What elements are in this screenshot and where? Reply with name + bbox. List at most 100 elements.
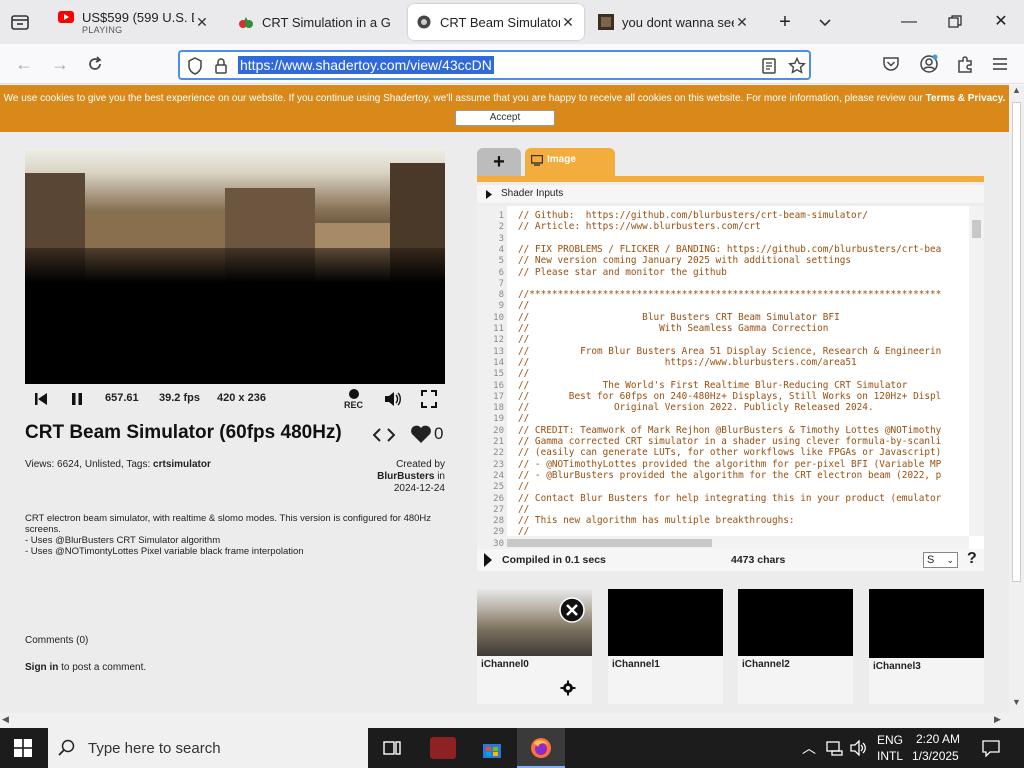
code-line[interactable]: // CREDIT: Teamwork of Mark Rejhon @Blur…	[518, 425, 941, 436]
code-line[interactable]: //	[518, 504, 529, 515]
code-line[interactable]: // - @NOTimothyLottes provided the algor…	[518, 459, 941, 470]
taskbar-search-box[interactable]: Type here to search	[48, 728, 368, 768]
code-line[interactable]: //	[518, 300, 529, 311]
code-horizontal-scrollbar[interactable]	[507, 536, 969, 549]
record-icon[interactable]	[349, 389, 359, 399]
list-all-tabs-icon[interactable]	[8, 10, 32, 34]
code-line[interactable]: //	[518, 413, 529, 424]
tab-crt-simulation[interactable]: CRT Simulation in a GPU	[230, 4, 398, 40]
code-line[interactable]: // Best for 60fps on 240-480Hz+ Displays…	[518, 391, 941, 402]
task-view-icon[interactable]	[382, 738, 402, 758]
code-line[interactable]: // Gamma corrected CRT simulator in a sh…	[518, 436, 941, 447]
close-window-icon[interactable]: ✕	[986, 8, 1016, 36]
windows-start-icon[interactable]	[14, 739, 32, 757]
tag-link[interactable]: crtsimulator	[153, 459, 211, 470]
shader-canvas[interactable]	[25, 148, 445, 384]
remove-channel-icon[interactable]	[559, 597, 585, 623]
input-language[interactable]: ENG	[877, 733, 903, 747]
scroll-left-icon[interactable]: ◀	[2, 714, 9, 725]
code-line[interactable]: // The World's First Realtime Blur-Reduc…	[518, 380, 907, 391]
code-line[interactable]: //	[518, 481, 529, 492]
scroll-right-icon[interactable]: ▶	[994, 714, 1001, 725]
menu-hamburger-icon[interactable]	[991, 56, 1009, 72]
embed-code-icon[interactable]	[373, 427, 395, 443]
channel-1-thumbnail[interactable]	[608, 589, 723, 656]
rewind-icon[interactable]	[33, 391, 49, 407]
lock-icon[interactable]	[212, 57, 230, 75]
code-line[interactable]: // Blur Busters CRT Beam Simulator BFI	[518, 312, 840, 323]
code-line[interactable]: // - @BlurBusters provided the algorithm…	[518, 470, 941, 481]
close-tab-icon[interactable]: ✕	[560, 14, 576, 30]
forward-arrow-icon[interactable]: →	[48, 52, 72, 76]
reload-icon[interactable]	[86, 55, 104, 73]
code-vertical-scrollbar[interactable]	[969, 206, 984, 536]
terms-privacy-link[interactable]: Terms & Privacy.	[926, 93, 1006, 104]
accept-cookies-button[interactable]: Accept	[455, 110, 555, 126]
new-tab-icon[interactable]: +	[770, 8, 800, 36]
channel-1[interactable]: iChannel1	[608, 589, 723, 704]
page-vertical-scrollbar[interactable]: ▲ ▼	[1009, 85, 1024, 713]
code-line[interactable]: //	[518, 334, 529, 345]
close-tab-icon[interactable]: ✕	[734, 14, 750, 30]
scroll-up-icon[interactable]: ▲	[1012, 85, 1021, 95]
code-line[interactable]: //	[518, 368, 529, 379]
code-line[interactable]: // (easily can generate LUTs, for other …	[518, 447, 941, 458]
author-link[interactable]: BlurBusters	[377, 471, 434, 482]
pause-icon[interactable]	[69, 391, 85, 407]
add-pass-button[interactable]: +	[477, 148, 521, 176]
channel-0[interactable]: iChannel0	[477, 589, 592, 704]
fullscreen-icon[interactable]	[421, 390, 437, 408]
channel-3[interactable]: iChannel3	[869, 589, 984, 704]
extensions-puzzle-icon[interactable]	[955, 54, 975, 74]
code-line[interactable]: // This new algorithm has multiple break…	[518, 515, 795, 526]
chevron-down-icon[interactable]	[817, 14, 833, 30]
tab-youtube[interactable]: US$599 (599 U.S. Dollar PLAYING ✕	[50, 4, 218, 40]
reader-view-icon[interactable]	[760, 57, 778, 75]
notifications-icon[interactable]	[982, 739, 1000, 757]
code-line[interactable]: // From Blur Busters Area 51 Display Sci…	[518, 346, 941, 357]
shader-inputs-toggle[interactable]: Shader Inputs	[477, 185, 984, 203]
firefox-taskbar-button[interactable]	[517, 728, 565, 768]
record-label[interactable]: REC	[344, 400, 363, 410]
pocket-icon[interactable]	[882, 55, 900, 73]
input-language-layout[interactable]: INTL	[877, 749, 903, 763]
code-line[interactable]: // Github: https://github.com/blurbuster…	[518, 210, 868, 221]
code-line[interactable]: // FIX PROBLEMS / FLICKER / BANDING: htt…	[518, 244, 941, 255]
tab-other[interactable]: you dont wanna see m ✕	[590, 4, 758, 40]
bookmark-star-icon[interactable]	[788, 57, 806, 75]
tab-crt-beam-simulator[interactable]: CRT Beam Simulator (6 ✕	[408, 4, 584, 40]
address-bar[interactable]: https://www.shadertoy.com/view/43ccDN	[178, 50, 811, 80]
minimize-icon[interactable]: —	[894, 8, 924, 36]
font-size-select[interactable]: S ⌄	[923, 552, 958, 568]
game-app-icon[interactable]	[430, 737, 456, 759]
code-line[interactable]: // https://www.blurbusters.com/area51	[518, 357, 857, 368]
channel-2[interactable]: iChannel2	[738, 589, 853, 704]
channel-2-thumbnail[interactable]	[738, 589, 853, 656]
maximize-icon[interactable]	[948, 15, 962, 29]
heart-like-icon[interactable]	[410, 424, 432, 444]
code-line[interactable]: // Please star and monitor the github	[518, 267, 727, 278]
store-icon[interactable]	[481, 738, 503, 760]
help-button[interactable]: ?	[967, 550, 977, 568]
code-line[interactable]: // With Seamless Gamma Correction	[518, 323, 828, 334]
speaker-icon[interactable]	[850, 740, 868, 756]
sign-in-link[interactable]: Sign in	[25, 662, 58, 673]
show-hidden-icons-icon[interactable]: ︿	[802, 738, 816, 758]
compile-play-icon[interactable]	[483, 553, 493, 567]
clock-time[interactable]: 2:20 AM	[916, 732, 960, 746]
tab-image[interactable]: Image	[525, 148, 615, 176]
code-line[interactable]: //**************************************…	[518, 289, 941, 300]
scroll-down-icon[interactable]: ▼	[1012, 697, 1021, 707]
page-horizontal-scrollbar[interactable]: ◀ ▶	[0, 713, 1009, 728]
url-text[interactable]: https://www.shadertoy.com/view/43ccDN	[238, 56, 494, 74]
volume-icon[interactable]	[383, 390, 403, 408]
code-line[interactable]: // Contact Blur Busters for help integra…	[518, 493, 941, 504]
code-line[interactable]: // Original Version 2022. Publicly Relea…	[518, 402, 874, 413]
account-icon[interactable]	[919, 54, 939, 74]
gear-icon[interactable]	[560, 680, 576, 696]
code-line[interactable]: // Article: https://www.blurbusters.com/…	[518, 221, 761, 232]
back-arrow-icon[interactable]: ←	[12, 52, 36, 76]
code-editor[interactable]: 1 // Github: https://github.com/blurbuste…	[477, 206, 984, 549]
network-icon[interactable]	[826, 740, 844, 756]
clock-date[interactable]: 1/3/2025	[912, 749, 959, 763]
